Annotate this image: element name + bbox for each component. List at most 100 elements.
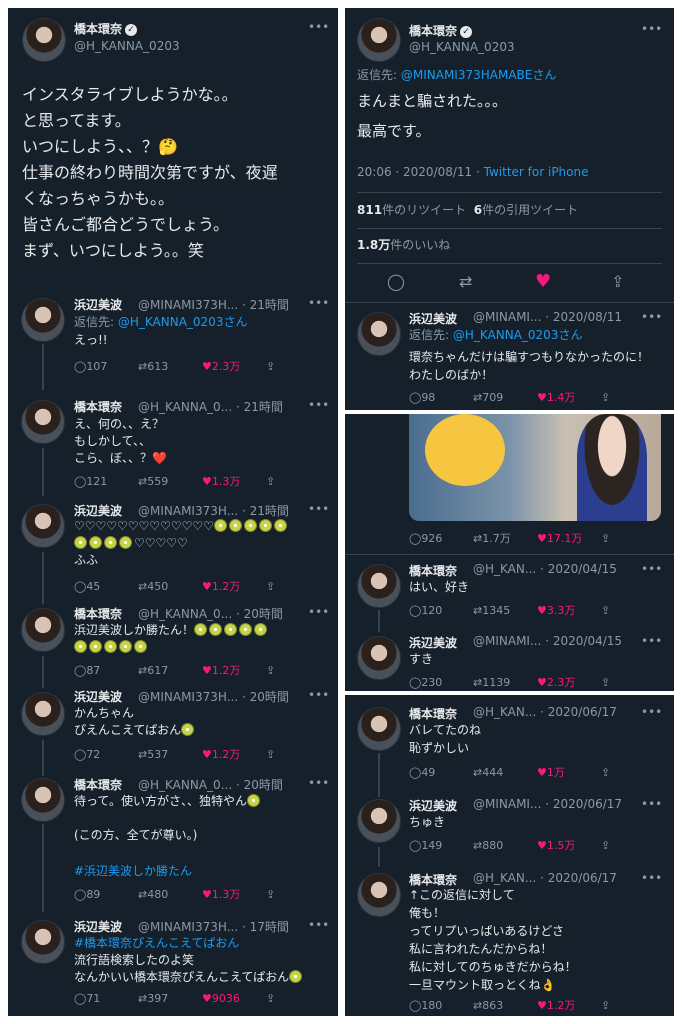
like-button[interactable]: ♥ 1.3万 xyxy=(202,473,266,489)
share-icon[interactable]: ⇪ xyxy=(266,580,275,593)
reply-button[interactable]: ◯ 87 xyxy=(74,664,138,677)
retweet-button[interactable]: ⇄ 1139 xyxy=(473,676,537,689)
reply-author[interactable]: 浜辺美波 xyxy=(409,634,457,651)
share-icon[interactable]: ⇪ xyxy=(601,999,610,1012)
share-icon[interactable]: ⇪ xyxy=(266,992,275,1005)
retweet-button[interactable]: ⇄ 537 xyxy=(138,748,202,761)
avatar[interactable] xyxy=(357,312,401,356)
like-button[interactable]: ♥ 1.2万 xyxy=(202,578,266,594)
like-button[interactable]: ♥ 2.3万 xyxy=(537,674,601,690)
like-button[interactable]: ♥ 17.1万 xyxy=(537,530,601,546)
more-icon[interactable]: ••• xyxy=(308,398,329,412)
avatar[interactable] xyxy=(357,799,401,843)
avatar[interactable] xyxy=(21,920,65,964)
hashtag-link[interactable]: #橋本環奈ぴえんこえてぱおん xyxy=(74,934,239,952)
retweet-icon[interactable]: ⇄ xyxy=(459,272,472,291)
avatar[interactable] xyxy=(357,707,401,751)
more-icon[interactable]: ••• xyxy=(308,296,329,310)
share-icon[interactable]: ⇪ xyxy=(266,360,275,373)
reply-button[interactable]: ◯ 120 xyxy=(409,604,473,617)
like-button[interactable]: ♥ 1.4万 xyxy=(537,389,601,405)
more-icon[interactable]: ••• xyxy=(641,22,662,36)
share-icon[interactable]: ⇪ xyxy=(601,676,610,689)
share-icon[interactable]: ⇪ xyxy=(266,748,275,761)
avatar[interactable] xyxy=(357,636,401,680)
author-name[interactable]: 橋本環奈 ✓ xyxy=(74,20,138,37)
reply-author[interactable]: 橋本環奈 xyxy=(74,605,122,622)
reply-author[interactable]: 橋本環奈 xyxy=(409,562,457,579)
tweet-photo[interactable] xyxy=(409,414,661,521)
avatar[interactable] xyxy=(357,564,401,608)
like-button[interactable]: ♥ 1.5万 xyxy=(537,837,601,853)
retweet-button[interactable]: ⇄ 863 xyxy=(473,999,537,1012)
share-icon[interactable]: ⇪ xyxy=(601,604,610,617)
reply-author[interactable]: 橋本環奈 xyxy=(74,776,122,793)
retweet-stats[interactable]: 811件のリツイート 6件の引用ツイート xyxy=(357,201,578,219)
retweet-button[interactable]: ⇄ 450 xyxy=(138,580,202,593)
share-icon[interactable]: ⇪ xyxy=(266,888,275,901)
like-button[interactable]: ♥ 1.3万 xyxy=(202,886,266,902)
avatar[interactable] xyxy=(357,18,401,62)
reply-author[interactable]: 浜辺美波 xyxy=(74,688,122,705)
retweet-button[interactable]: ⇄ 613 xyxy=(138,360,202,373)
reply-button[interactable]: ◯ 926 xyxy=(409,532,473,545)
like-button[interactable]: ♥ 1.2万 xyxy=(202,662,266,678)
author-handle[interactable]: @H_KANNA_0203 xyxy=(74,39,180,53)
reply-button[interactable]: ◯ 49 xyxy=(409,766,473,779)
share-icon[interactable]: ⇪ xyxy=(601,532,610,545)
more-icon[interactable]: ••• xyxy=(308,605,329,619)
more-icon[interactable]: ••• xyxy=(308,918,329,932)
share-icon[interactable]: ⇪ xyxy=(601,766,610,779)
avatar[interactable] xyxy=(21,298,65,342)
reply-author[interactable]: 橋本環奈 xyxy=(409,705,457,722)
reply-button[interactable]: ◯ 107 xyxy=(74,360,138,373)
retweet-button[interactable]: ⇄ 1345 xyxy=(473,604,537,617)
retweet-button[interactable]: ⇄ 444 xyxy=(473,766,537,779)
reply-button[interactable]: ◯ 71 xyxy=(74,992,138,1005)
share-icon[interactable]: ⇪ xyxy=(601,839,610,852)
reply-button[interactable]: ◯ 149 xyxy=(409,839,473,852)
reply-icon[interactable]: ◯ xyxy=(387,272,405,291)
like-button[interactable]: ♥ 2.3万 xyxy=(202,358,266,374)
avatar[interactable] xyxy=(21,504,65,548)
retweet-button[interactable]: ⇄ 709 xyxy=(473,391,537,404)
heart-icon[interactable]: ♥ xyxy=(535,271,551,292)
share-icon[interactable]: ⇪ xyxy=(611,272,624,291)
more-icon[interactable]: ••• xyxy=(641,871,662,885)
reply-author[interactable]: 浜辺美波 xyxy=(409,797,457,814)
share-icon[interactable]: ⇪ xyxy=(266,664,275,677)
avatar[interactable] xyxy=(22,18,66,62)
like-stats[interactable]: 1.8万件のいいね xyxy=(357,236,450,254)
reply-author[interactable]: 浜辺美波 xyxy=(74,918,122,935)
reply-button[interactable]: ◯ 121 xyxy=(74,475,138,488)
more-icon[interactable]: ••• xyxy=(641,634,662,648)
more-icon[interactable]: ••• xyxy=(308,776,329,790)
reply-author[interactable]: 橋本環奈 xyxy=(74,398,122,415)
hashtag-link[interactable]: #浜辺美波しか勝たん xyxy=(74,862,192,880)
reply-button[interactable]: ◯ 98 xyxy=(409,391,473,404)
avatar[interactable] xyxy=(21,692,65,736)
reply-button[interactable]: ◯ 72 xyxy=(74,748,138,761)
share-icon[interactable]: ⇪ xyxy=(266,475,275,488)
retweet-button[interactable]: ⇄ 1.7万 xyxy=(473,530,537,546)
retweet-button[interactable]: ⇄ 617 xyxy=(138,664,202,677)
reply-author[interactable]: 浜辺美波 xyxy=(74,296,122,313)
avatar[interactable] xyxy=(21,608,65,652)
reply-button[interactable]: ◯ 230 xyxy=(409,676,473,689)
share-icon[interactable]: ⇪ xyxy=(601,391,610,404)
more-icon[interactable]: ••• xyxy=(641,797,662,811)
more-icon[interactable]: ••• xyxy=(308,502,329,516)
reply-button[interactable]: ◯ 45 xyxy=(74,580,138,593)
avatar[interactable] xyxy=(21,400,65,444)
like-button[interactable]: ♥ 1万 xyxy=(537,764,601,780)
more-icon[interactable]: ••• xyxy=(308,688,329,702)
more-icon[interactable]: ••• xyxy=(308,20,329,34)
like-button[interactable]: ♥ 3.3万 xyxy=(537,602,601,618)
more-icon[interactable]: ••• xyxy=(641,705,662,719)
reply-author[interactable]: 浜辺美波 xyxy=(409,310,457,327)
retweet-button[interactable]: ⇄ 397 xyxy=(138,992,202,1005)
avatar[interactable] xyxy=(357,873,401,917)
like-button[interactable]: ♥ 9036 xyxy=(202,992,266,1005)
retweet-button[interactable]: ⇄ 880 xyxy=(473,839,537,852)
more-icon[interactable]: ••• xyxy=(641,562,662,576)
